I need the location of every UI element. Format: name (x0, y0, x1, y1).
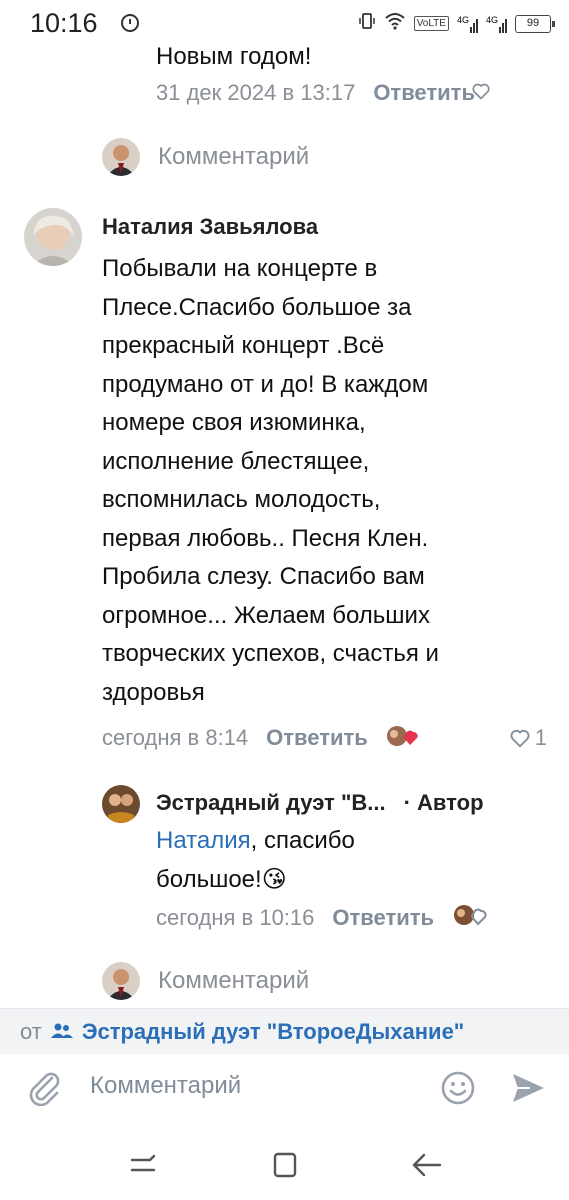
comment-line: творческих успехов, счастья и (102, 640, 439, 667)
reply-author-avatar[interactable] (102, 785, 140, 823)
like-button[interactable]: 1 (509, 725, 547, 751)
reply-author[interactable]: Эстрадный дуэт "В... (156, 790, 386, 816)
comment-line: Пробила слезу. Спасибо вам (102, 563, 425, 590)
comment-line: вспомнилась молодость, (102, 486, 381, 513)
author-liked-icon (386, 724, 418, 753)
comment-author[interactable]: Наталия Завьялова (102, 214, 318, 240)
reply-prompt[interactable]: Комментарий (102, 138, 309, 176)
system-nav-bar (0, 1130, 569, 1200)
comment-line: прекрасный концерт .Всё (102, 332, 385, 359)
my-avatar (102, 138, 140, 176)
attach-icon[interactable] (26, 1068, 62, 1111)
reply-prompt[interactable]: Комментарий (102, 962, 309, 1000)
recents-icon[interactable] (128, 1150, 158, 1185)
comments-feed[interactable]: Новым годом! 31 дек 2024 в 13:17 Ответит… (0, 0, 569, 1008)
comment-input[interactable]: Комментарий (90, 1072, 241, 1100)
reply-text: большое! (156, 865, 262, 893)
reply-body: Наталия, спасибо большое!😘 (156, 822, 355, 899)
comment-line: Плесе.Спасибо большое за (102, 293, 412, 321)
comment-line: номере своя изюминка, (102, 409, 366, 436)
my-avatar (102, 962, 140, 1000)
like-icon[interactable] (452, 903, 488, 932)
home-icon[interactable] (270, 1150, 300, 1185)
heart-icon (510, 729, 530, 748)
comment-timestamp: сегодня в 8:14 (102, 725, 249, 750)
emoji-icon[interactable] (440, 1070, 476, 1111)
mention-link[interactable]: Наталия (156, 827, 251, 854)
reply-prompt-label: Комментарий (158, 967, 310, 994)
reply-header: Эстрадный дуэт "В... · Автор (156, 790, 484, 816)
kiss-emoji: 😘 (261, 865, 287, 893)
community-name[interactable]: Эстрадный дуэт "ВтороеДыхание" (82, 1019, 464, 1045)
reply-prompt-label: Комментарий (158, 143, 310, 170)
prev-reply-button[interactable]: Ответить (373, 80, 475, 106)
like-icon[interactable] (471, 81, 491, 106)
from-prefix: от (20, 1018, 42, 1044)
prev-comment-text: Новым годом! (156, 43, 312, 70)
comment-line: первая любовь.. Песня Клен. (102, 524, 429, 552)
prev-comment-timestamp: 31 дек 2024 в 13:17 (156, 80, 356, 105)
like-count: 1 (534, 725, 547, 750)
community-icon (50, 1019, 74, 1045)
reply-text: , спасибо (250, 827, 355, 854)
comment-composer[interactable]: Комментарий (0, 1054, 569, 1122)
comment-line: Побывали на концерте в (102, 255, 378, 282)
reply-button[interactable]: Ответить (266, 725, 368, 751)
send-icon[interactable] (510, 1070, 546, 1111)
comment-line: огромное... Желаем больших (102, 601, 430, 629)
comment-line: исполнение блестящее, (102, 447, 370, 475)
reply-reply-button[interactable]: Ответить (332, 905, 434, 931)
post-as-selector[interactable]: от Эстрадный дуэт "ВтороеДыхание" (0, 1008, 569, 1054)
reply-meta: сегодня в 10:16 Ответить (156, 903, 488, 932)
comment-line: продумано от и до! В каждом (102, 370, 429, 398)
reply-timestamp: сегодня в 10:16 (156, 904, 315, 930)
comment-line: здоровья (102, 678, 205, 706)
comment-body: Побывали на концерте в Плесе.Спасибо бол… (102, 250, 439, 712)
comment-meta: сегодня в 8:14 Ответить 1 (102, 722, 547, 754)
author-avatar[interactable] (24, 208, 82, 266)
author-badge: · Автор (403, 790, 484, 815)
back-icon[interactable] (410, 1148, 444, 1187)
prev-comment-meta: 31 дек 2024 в 13:17 Ответить (156, 80, 491, 106)
